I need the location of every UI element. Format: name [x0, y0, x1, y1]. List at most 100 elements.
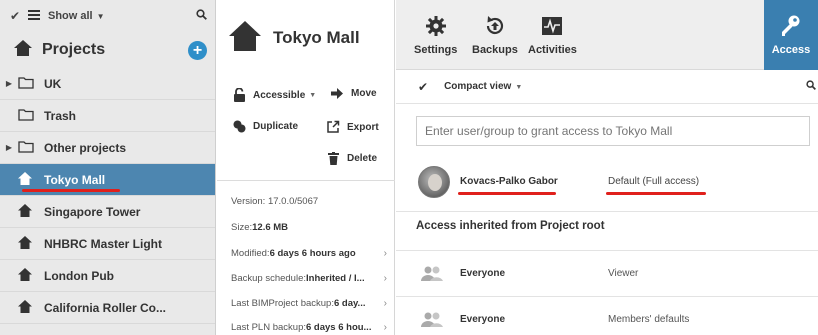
- group-access-row[interactable]: Everyone Members' defaults: [396, 300, 818, 335]
- compact-view-dropdown[interactable]: Compact view ▼: [444, 81, 522, 92]
- trash-icon: [325, 152, 341, 165]
- checkmark-icon[interactable]: ✔: [10, 9, 24, 23]
- project-details-panel: Tokyo Mall Accessible ▼ Move Duplicate Ex…: [217, 0, 395, 335]
- tab-access[interactable]: Access: [764, 0, 818, 70]
- expand-arrow-icon[interactable]: ▶: [0, 79, 18, 88]
- chevron-down-icon: ▼: [96, 12, 105, 21]
- size-info: Size: 12.6 MB: [231, 222, 391, 233]
- chevron-down-icon: ▼: [309, 91, 317, 99]
- accessible-dropdown[interactable]: Accessible ▼: [231, 88, 316, 102]
- duplicate-icon: [231, 120, 247, 133]
- unlock-icon: [231, 88, 247, 102]
- project-title: Tokyo Mall: [273, 28, 360, 47]
- divider: [396, 296, 818, 297]
- tree-item-label: Other projects: [44, 140, 127, 155]
- chevron-right-icon: ›: [383, 298, 387, 309]
- bim-label: Last BIMProject backup:: [231, 298, 334, 309]
- tree-item-label: UK: [44, 76, 62, 91]
- modified-value: 6 days 6 hours ago: [269, 248, 356, 259]
- folder-icon: [18, 76, 38, 92]
- move-button[interactable]: Move: [329, 88, 377, 99]
- projects-sidebar: ✔ Show all ▼ Projects + ▶ UK Trash ▶ Oth…: [0, 0, 216, 335]
- grant-access-input[interactable]: [416, 116, 810, 146]
- move-label: Move: [351, 88, 377, 99]
- tree-item-label: NHBRC Master Light: [44, 236, 163, 251]
- divider: [396, 250, 818, 251]
- accessible-label: Accessible: [253, 89, 306, 101]
- group-icon: [420, 312, 444, 333]
- group-role[interactable]: Viewer: [608, 268, 638, 279]
- tree-item-uk[interactable]: ▶ UK: [0, 68, 215, 100]
- tab-access-label: Access: [771, 44, 811, 56]
- project-icon: [18, 171, 38, 188]
- user-role[interactable]: Default (Full access): [608, 176, 699, 187]
- avatar: [418, 166, 450, 198]
- checkmark-icon[interactable]: ✔: [418, 80, 428, 94]
- expand-arrow-icon[interactable]: ▶: [0, 143, 18, 152]
- user-access-row[interactable]: Kovacs-Palko Gabor Default (Full access): [396, 156, 818, 212]
- highlight-underline: [22, 189, 120, 192]
- list-icon[interactable]: [28, 9, 44, 23]
- group-icon: [420, 266, 444, 287]
- key-icon: [781, 14, 801, 38]
- delete-label: Delete: [347, 153, 378, 164]
- inherited-access-title: Access inherited from Project root: [416, 220, 605, 232]
- move-arrow-icon: [329, 88, 345, 99]
- backup-value: Inherited / I...: [306, 273, 365, 284]
- tab-activities[interactable]: Activities: [528, 0, 577, 70]
- chevron-right-icon: ›: [383, 273, 387, 284]
- last-pln-backup-info[interactable]: Last PLN backup: 6 days 6 hou... ›: [231, 322, 391, 333]
- pln-value: 6 days 6 hou...: [306, 322, 372, 333]
- tab-settings-label: Settings: [414, 44, 458, 56]
- modified-label: Modified:: [231, 248, 270, 259]
- tab-settings[interactable]: Settings: [414, 0, 457, 70]
- project-icon: [18, 203, 38, 220]
- export-button[interactable]: Export: [325, 120, 379, 134]
- modified-info[interactable]: Modified: 6 days 6 hours ago ›: [231, 248, 391, 259]
- delete-button[interactable]: Delete: [325, 152, 377, 165]
- project-icon: [18, 267, 38, 284]
- user-name: Kovacs-Palko Gabor: [460, 176, 558, 187]
- show-all-dropdown[interactable]: Show all ▼: [48, 10, 105, 22]
- tab-backups-label: Backups: [472, 44, 518, 56]
- tree-item-label: London Pub: [44, 268, 114, 283]
- export-label: Export: [347, 121, 379, 133]
- view-bar: ✔ Compact view ▼: [396, 70, 818, 104]
- group-access-row[interactable]: Everyone Viewer: [396, 254, 818, 294]
- project-icon: [229, 20, 261, 56]
- backup-schedule-info[interactable]: Backup schedule: Inherited / I... ›: [231, 273, 391, 284]
- backup-label: Backup schedule:: [231, 273, 306, 284]
- search-icon[interactable]: [196, 9, 207, 23]
- tree-item-label: California Roller Co...: [44, 300, 167, 315]
- tree-item-label: Singapore Tower: [44, 204, 141, 219]
- tree-item-nhbrc-master-light[interactable]: NHBRC Master Light: [0, 228, 215, 260]
- search-icon[interactable]: [806, 80, 816, 93]
- tree-item-singapore-tower[interactable]: Singapore Tower: [0, 196, 215, 228]
- tab-activities-label: Activities: [528, 44, 577, 56]
- add-project-button[interactable]: +: [188, 40, 207, 60]
- version-info: Version: 17.0.0/5067: [231, 196, 391, 207]
- version-text: Version: 17.0.0/5067: [231, 196, 319, 207]
- project-icon: [18, 299, 38, 316]
- tree-item-other-projects[interactable]: ▶ Other projects: [0, 132, 215, 164]
- duplicate-button[interactable]: Duplicate: [231, 120, 298, 133]
- last-bim-backup-info[interactable]: Last BIMProject backup: 6 day... ›: [231, 298, 391, 309]
- filter-bar: ✔ Show all ▼: [0, 0, 215, 32]
- access-panel: Settings Backups Activities Access ✔ Com…: [396, 0, 818, 335]
- tree-item-london-pub[interactable]: London Pub: [0, 260, 215, 292]
- chevron-down-icon: ▼: [515, 84, 523, 91]
- divider: [217, 180, 395, 181]
- group-role[interactable]: Members' defaults: [608, 314, 689, 325]
- tab-backups[interactable]: Backups: [472, 0, 518, 70]
- tree-item-tokyo-mall[interactable]: Tokyo Mall: [0, 164, 215, 196]
- folder-icon: [18, 108, 38, 124]
- duplicate-label: Duplicate: [253, 121, 299, 132]
- pln-label: Last PLN backup:: [231, 322, 306, 333]
- bim-value: 6 day...: [333, 298, 366, 309]
- tree-item-trash[interactable]: Trash: [0, 100, 215, 132]
- project-root-icon: [14, 39, 34, 61]
- tree-item-california-roller[interactable]: California Roller Co...: [0, 292, 215, 324]
- backup-icon: [484, 14, 506, 38]
- export-icon: [325, 120, 341, 134]
- projects-header: Projects +: [0, 32, 215, 68]
